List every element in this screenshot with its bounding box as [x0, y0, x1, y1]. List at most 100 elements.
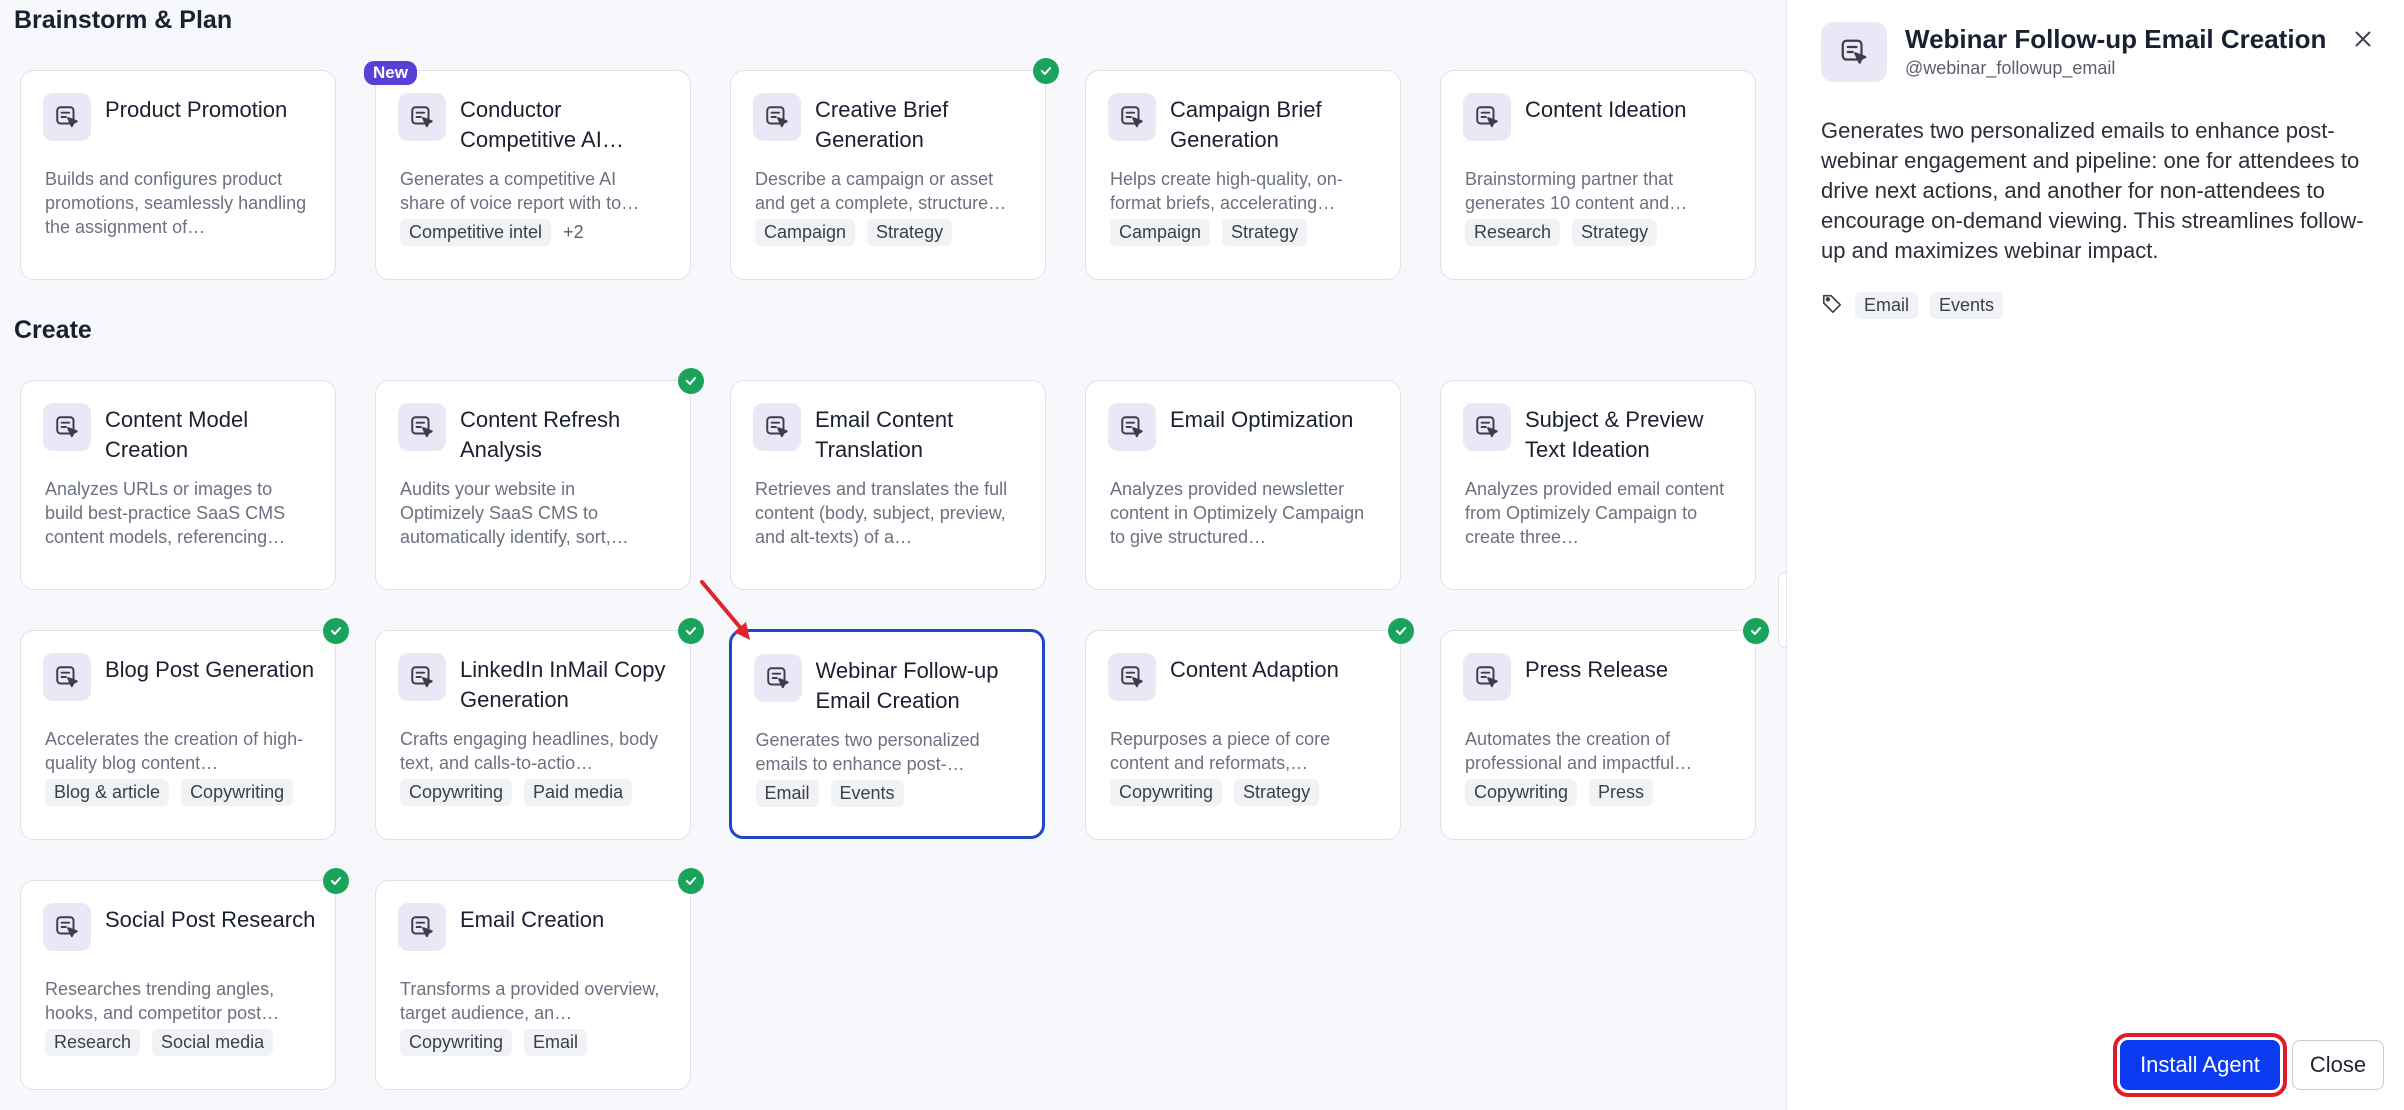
panel-tags: Email Events: [1821, 292, 2004, 319]
agent-card-description: Accelerates the creation of high-quality…: [45, 729, 304, 773]
agent-card-tag: Campaign: [755, 219, 856, 246]
agent-icon: [398, 403, 446, 451]
agent-icon: [398, 653, 446, 701]
agent-icon: [1463, 403, 1511, 451]
close-button[interactable]: Close: [2292, 1040, 2384, 1090]
agent-card-tag: Copywriting: [400, 779, 513, 806]
agent-card[interactable]: Social Post Research Researches trending …: [20, 868, 349, 1090]
agent-handle: @webinar_followup_email: [1905, 58, 2116, 78]
agent-card-title: Blog Post Generation: [105, 657, 315, 682]
agent-card-tag: Copywriting: [1465, 779, 1578, 806]
agent-icon: [398, 903, 446, 951]
agent-icon: [43, 653, 91, 701]
agent-card-tag: Campaign: [1110, 219, 1211, 246]
agent-card-tag: Copywriting: [181, 779, 294, 806]
agent-card-title: Product Promotion: [105, 97, 288, 122]
agent-card-tag: Strategy: [1234, 779, 1320, 806]
agent-card[interactable]: Blog Post Generation Accelerates the crea…: [20, 618, 349, 840]
agent-card-tags: Blog & article Copywriting: [45, 779, 315, 806]
agent-card-title: Creative Brief Generation: [815, 97, 949, 152]
agent-icon: [1108, 403, 1156, 451]
agent-card[interactable]: Email Optimization Analyzes provided news…: [1085, 380, 1401, 590]
section-title-brainstorm: Brainstorm & Plan: [14, 6, 233, 34]
agent-card-tag: Press: [1589, 779, 1654, 806]
agent-card[interactable]: Press Release Automates the creation of p…: [1440, 618, 1769, 840]
close-icon[interactable]: [2348, 24, 2378, 54]
agent-card[interactable]: LinkedIn InMail Copy Generation Crafts en…: [375, 618, 704, 840]
installed-check-icon: [1388, 618, 1414, 644]
agent-card-tag: Strategy: [867, 219, 953, 246]
agent-card-tags: Copywriting Press: [1465, 779, 1735, 806]
agent-icon: [43, 903, 91, 951]
agent-card[interactable]: Content Adaption Repurposes a piece of co…: [1085, 618, 1414, 840]
agent-card-tags: Campaign Strategy: [755, 219, 1025, 246]
agent-card[interactable]: Email Creation Transforms a provided over…: [375, 868, 704, 1090]
agent-icon: [43, 93, 91, 141]
agent-card-description: Brainstorming partner that generates 10 …: [1465, 169, 1688, 213]
agent-icon: [1463, 653, 1511, 701]
agent-icon: [398, 93, 446, 141]
agent-card-tags: Competitive intel +2: [400, 219, 670, 246]
agent-gallery: Brainstorm & Plan Create Product Promoti…: [0, 0, 1790, 1110]
agent-card-title: LinkedIn InMail Copy Generation: [460, 657, 666, 712]
agent-icon: [43, 403, 91, 451]
agent-icon: [1108, 653, 1156, 701]
agent-card-title: Email Content Translation: [815, 407, 954, 462]
agent-card-description: Researches trending angles, hooks, and c…: [45, 979, 280, 1023]
agent-card[interactable]: Content Model Creation Analyzes URLs or i…: [20, 380, 336, 590]
agent-card-description: Automates the creation of professional a…: [1465, 729, 1693, 773]
agent-card-description: Builds and configures product promotions…: [45, 169, 307, 237]
panel-title: Webinar Follow-up Email Creation: [1905, 24, 2327, 54]
new-badge: New: [364, 61, 417, 85]
agent-card-tag: Copywriting: [1110, 779, 1223, 806]
agent-detail-panel: Webinar Follow-up Email Creation @webina…: [1786, 0, 2404, 1110]
agent-card[interactable]: Webinar Follow-up Email Creation Generate…: [728, 628, 1045, 839]
agent-card-tag: Strategy: [1572, 219, 1658, 246]
agent-card-tag: Social media: [152, 1029, 274, 1056]
agent-card-description: Crafts engaging headlines, body text, an…: [400, 729, 659, 773]
agent-card[interactable]: Email Content Translation Retrieves and t…: [730, 380, 1046, 590]
agent-card-title: Content Refresh Analysis: [460, 407, 621, 462]
agent-card-tag: Email: [755, 779, 819, 807]
agent-icon: [753, 93, 801, 141]
agent-card[interactable]: Product Promotion Builds and configures p…: [20, 70, 336, 280]
agent-card-tag: Paid media: [524, 779, 633, 806]
agent-icon: [753, 403, 801, 451]
agent-card-title: Subject & Preview Text Ideation: [1525, 407, 1704, 462]
panel-tag: Events: [1930, 292, 2004, 319]
agent-card-tag: Competitive intel: [400, 219, 552, 246]
agent-icon: [1463, 93, 1511, 141]
agent-card[interactable]: Conductor Competitive AI… Generates a com…: [364, 61, 691, 280]
agent-card-tag: Research: [45, 1029, 141, 1056]
agent-card[interactable]: Content Ideation Brainstorming partner th…: [1440, 70, 1756, 280]
agent-card-tags: Email Events: [755, 779, 1022, 807]
agent-card-tags: Copywriting Paid media: [400, 779, 670, 806]
installed-check-icon: [1033, 58, 1059, 84]
tag-icon: [1821, 292, 1843, 319]
panel-description: Generates two personalized emails to enh…: [1821, 118, 2364, 263]
panel-tag: Email: [1855, 292, 1919, 319]
section-title-create: Create: [14, 316, 92, 344]
agent-card-description: Analyzes provided newsletter content in …: [1110, 479, 1365, 547]
agent-card-title: Webinar Follow-up Email Creation: [815, 657, 999, 713]
agent-card-tags: Research Social media: [45, 1029, 315, 1056]
agent-card-tags: Campaign Strategy: [1110, 219, 1380, 246]
agent-card-title: Content Adaption: [1170, 657, 1339, 682]
agent-card-title: Social Post Research: [105, 907, 316, 932]
agent-card-description: Describe a campaign or asset and get a c…: [755, 169, 1007, 213]
installed-check-icon: [323, 618, 349, 644]
agent-card-tag: Copywriting: [400, 1029, 513, 1056]
install-agent-button[interactable]: Install Agent: [2113, 1033, 2287, 1097]
agent-card-description: Analyzes URLs or images to build best-pr…: [45, 479, 286, 547]
agent-card-description: Analyzes provided email content from Opt…: [1465, 479, 1725, 547]
installed-check-icon: [1743, 618, 1769, 644]
agent-card[interactable]: Creative Brief Generation Describe a camp…: [730, 58, 1059, 280]
agent-card[interactable]: Content Refresh Analysis Audits your webs…: [375, 368, 704, 590]
agent-card[interactable]: Campaign Brief Generation Helps create hi…: [1085, 70, 1401, 280]
agent-card[interactable]: Subject & Preview Text Ideation Analyzes …: [1440, 380, 1756, 590]
agent-card-title: Press Release: [1525, 657, 1669, 682]
agent-card-tag: Email: [524, 1029, 588, 1056]
agent-icon: [753, 653, 802, 702]
more-tags-count: +2: [563, 222, 584, 242]
agent-card-description: Retrieves and translates the full conten…: [755, 479, 1008, 547]
